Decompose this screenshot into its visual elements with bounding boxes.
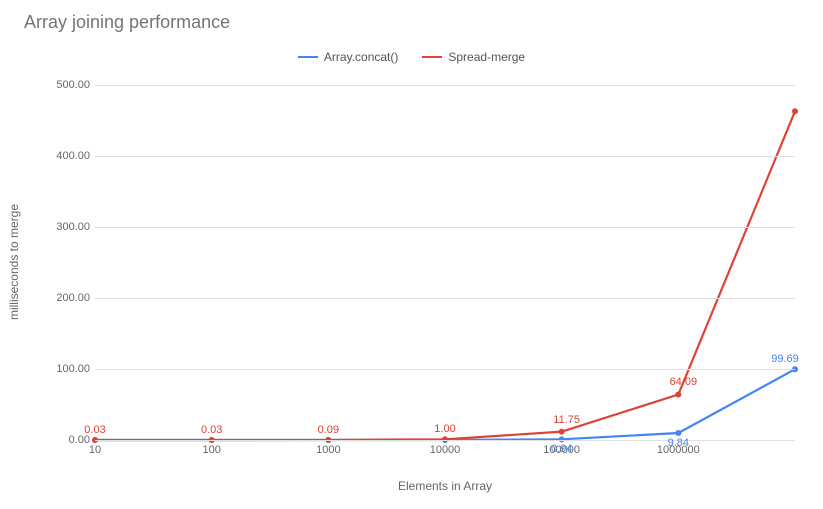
gridline [95,85,795,86]
chart-container: Array joining performance Array.concat()… [0,0,823,509]
legend-swatch-spread [422,56,442,59]
gridline [95,298,795,299]
y-tick-label: 300.00 [40,221,90,233]
data-point [792,108,798,114]
data-point [559,429,565,435]
y-tick-label: 0.00 [40,434,90,446]
data-label: 9.84 [668,437,689,449]
x-tick-label: 10000 [430,444,461,456]
y-tick-label: 200.00 [40,292,90,304]
data-label: 0.03 [201,424,222,436]
legend-label-spread: Spread-merge [448,50,525,64]
x-tick-label: 10 [89,444,101,456]
data-label: 0.09 [318,424,339,436]
y-tick-label: 400.00 [40,150,90,162]
data-label: 0.03 [84,424,105,436]
series-line [95,111,795,440]
legend: Array.concat() Spread-merge [0,50,823,64]
y-tick-label: 100.00 [40,363,90,375]
gridline [95,369,795,370]
legend-swatch-concat [298,56,318,59]
legend-label-concat: Array.concat() [324,50,398,64]
data-label: 99.69 [771,353,799,365]
legend-item-spread: Spread-merge [422,50,525,64]
gridline [95,227,795,228]
data-point [675,391,681,397]
gridline [95,440,795,441]
data-point [675,430,681,436]
y-tick-label: 500.00 [40,79,90,91]
chart-title: Array joining performance [24,12,230,33]
data-label: 64.09 [670,376,698,388]
y-axis-label: milliseconds to merge [7,204,21,320]
data-label: 11.75 [553,414,580,426]
x-tick-label: 100 [202,444,220,456]
data-label: 0.94 [551,443,572,455]
plot-area: 0.00100.00200.00300.00400.00500.00101001… [95,85,795,440]
legend-item-concat: Array.concat() [298,50,398,64]
gridline [95,156,795,157]
x-tick-label: 1000 [316,444,340,456]
data-label: 1.00 [434,423,455,435]
x-axis-label: Elements in Array [398,479,492,493]
